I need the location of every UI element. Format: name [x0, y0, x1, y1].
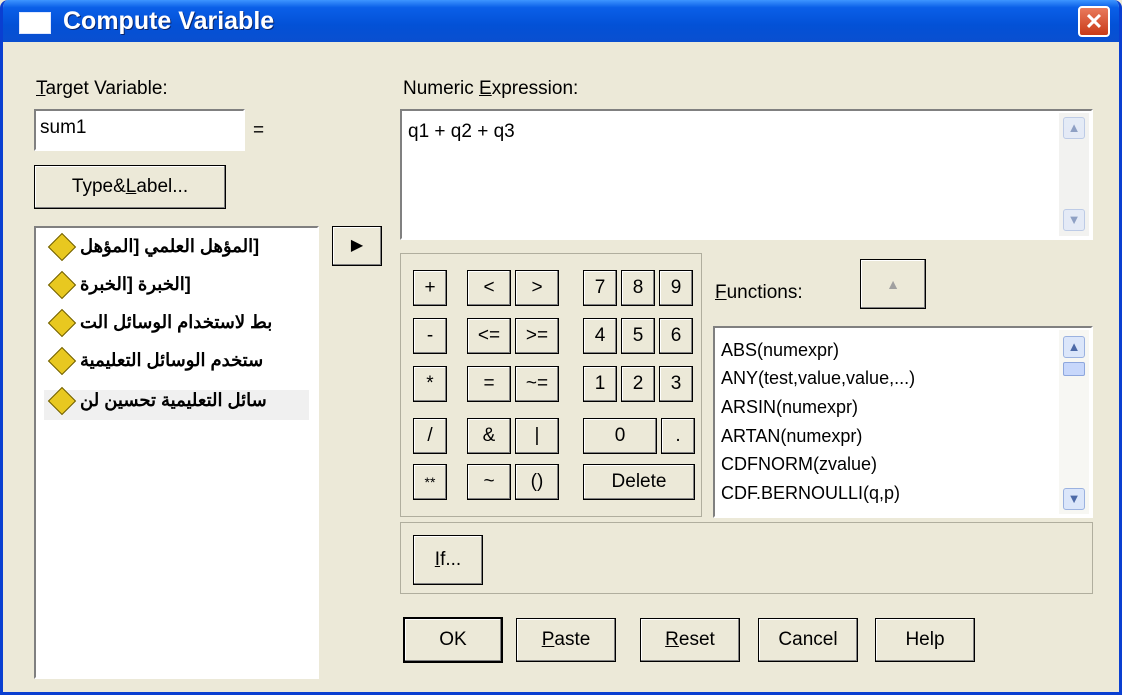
- key-6[interactable]: 6: [659, 318, 693, 354]
- key-less-equal[interactable]: <=: [467, 318, 511, 354]
- key-not-equal[interactable]: ~=: [515, 366, 559, 402]
- key-8[interactable]: 8: [621, 270, 655, 306]
- numeric-expression-input[interactable]: q1 + q2 + q3 ▲ ▼: [400, 109, 1093, 240]
- close-button[interactable]: ✕: [1078, 6, 1110, 37]
- list-item[interactable]: سائل التعليمية تحسين لن: [44, 387, 309, 420]
- scale-variable-icon: [47, 387, 77, 416]
- key-parentheses[interactable]: (): [515, 464, 559, 500]
- list-item[interactable]: ABS(numexpr): [721, 340, 839, 361]
- key-1[interactable]: 1: [583, 366, 617, 402]
- move-to-expression-button[interactable]: ▶: [332, 226, 382, 266]
- key-and[interactable]: &: [467, 418, 511, 454]
- function-insert-button[interactable]: ▲: [860, 259, 926, 309]
- compute-variable-dialog: Compute Variable ✕ Target Variable: sum1…: [0, 0, 1122, 695]
- scroll-down-icon[interactable]: ▼: [1063, 488, 1085, 510]
- key-7[interactable]: 7: [583, 270, 617, 306]
- key-divide[interactable]: /: [413, 418, 447, 454]
- scale-variable-icon: [47, 233, 77, 262]
- numeric-expression-value: q1 + q2 + q3: [408, 121, 515, 142]
- scroll-up-icon[interactable]: ▲: [1063, 336, 1085, 358]
- key-less-than[interactable]: <: [467, 270, 511, 306]
- numeric-expression-label: Numeric Expression:: [403, 78, 579, 99]
- key-power[interactable]: **: [413, 464, 447, 500]
- key-equal[interactable]: =: [467, 366, 511, 402]
- expression-scrollbar[interactable]: ▲ ▼: [1059, 113, 1089, 236]
- scroll-up-icon[interactable]: ▲: [1063, 117, 1085, 139]
- type-label-button[interactable]: Type&Label...: [34, 165, 226, 209]
- scroll-thumb[interactable]: [1063, 362, 1085, 376]
- if-button[interactable]: If...: [413, 535, 483, 585]
- list-item[interactable]: ستخدم الوسائل التعليمية: [44, 347, 263, 380]
- key-0[interactable]: 0: [583, 418, 657, 454]
- target-variable-label: Target Variable:: [36, 78, 168, 99]
- delete-button[interactable]: Delete: [583, 464, 695, 500]
- window-icon: [19, 12, 51, 34]
- key-9[interactable]: 9: [659, 270, 693, 306]
- key-greater-equal[interactable]: >=: [515, 318, 559, 354]
- window-title: Compute Variable: [63, 7, 275, 35]
- key-2[interactable]: 2: [621, 366, 655, 402]
- cancel-button[interactable]: Cancel: [758, 618, 858, 662]
- list-item[interactable]: ARTAN(numexpr): [721, 426, 862, 447]
- key-or[interactable]: |: [515, 418, 559, 454]
- list-item[interactable]: [المؤهل العلمي [المؤهل: [44, 233, 259, 266]
- key-minus[interactable]: -: [413, 318, 447, 354]
- paste-button[interactable]: Paste: [516, 618, 616, 662]
- variable-list[interactable]: [المؤهل العلمي [المؤهل [الخبرة [الخبرة ب…: [34, 226, 319, 679]
- list-item[interactable]: [الخبرة [الخبرة: [44, 271, 191, 304]
- key-greater-than[interactable]: >: [515, 270, 559, 306]
- scroll-down-icon[interactable]: ▼: [1063, 209, 1085, 231]
- list-item[interactable]: ANY(test,value,value,...): [721, 368, 915, 389]
- list-item[interactable]: بط لاستخدام الوسائل الت: [44, 309, 272, 342]
- reset-button[interactable]: Reset: [640, 618, 740, 662]
- target-variable-value: sum1: [40, 117, 87, 138]
- key-multiply[interactable]: *: [413, 366, 447, 402]
- functions-label: Functions:: [715, 282, 803, 303]
- key-plus[interactable]: +: [413, 270, 447, 306]
- functions-scrollbar[interactable]: ▲ ▼: [1059, 330, 1089, 514]
- list-item[interactable]: CDFNORM(zvalue): [721, 454, 877, 475]
- target-variable-input[interactable]: sum1: [34, 109, 245, 151]
- key-4[interactable]: 4: [583, 318, 617, 354]
- key-not[interactable]: ~: [467, 464, 511, 500]
- key-decimal[interactable]: .: [661, 418, 695, 454]
- scale-variable-icon: [47, 271, 77, 300]
- key-5[interactable]: 5: [621, 318, 655, 354]
- scale-variable-icon: [47, 309, 77, 338]
- scale-variable-icon: [47, 347, 77, 376]
- list-item[interactable]: CDF.BERNOULLI(q,p): [721, 483, 900, 504]
- key-3[interactable]: 3: [659, 366, 693, 402]
- functions-list[interactable]: ABS(numexpr) ANY(test,value,value,...) A…: [713, 326, 1093, 518]
- list-item[interactable]: ARSIN(numexpr): [721, 397, 858, 418]
- if-condition-group: [400, 522, 1093, 594]
- help-button[interactable]: Help: [875, 618, 975, 662]
- ok-button[interactable]: OK: [403, 617, 503, 663]
- title-bar[interactable]: Compute Variable ✕: [3, 0, 1119, 42]
- equals-sign: =: [253, 120, 265, 141]
